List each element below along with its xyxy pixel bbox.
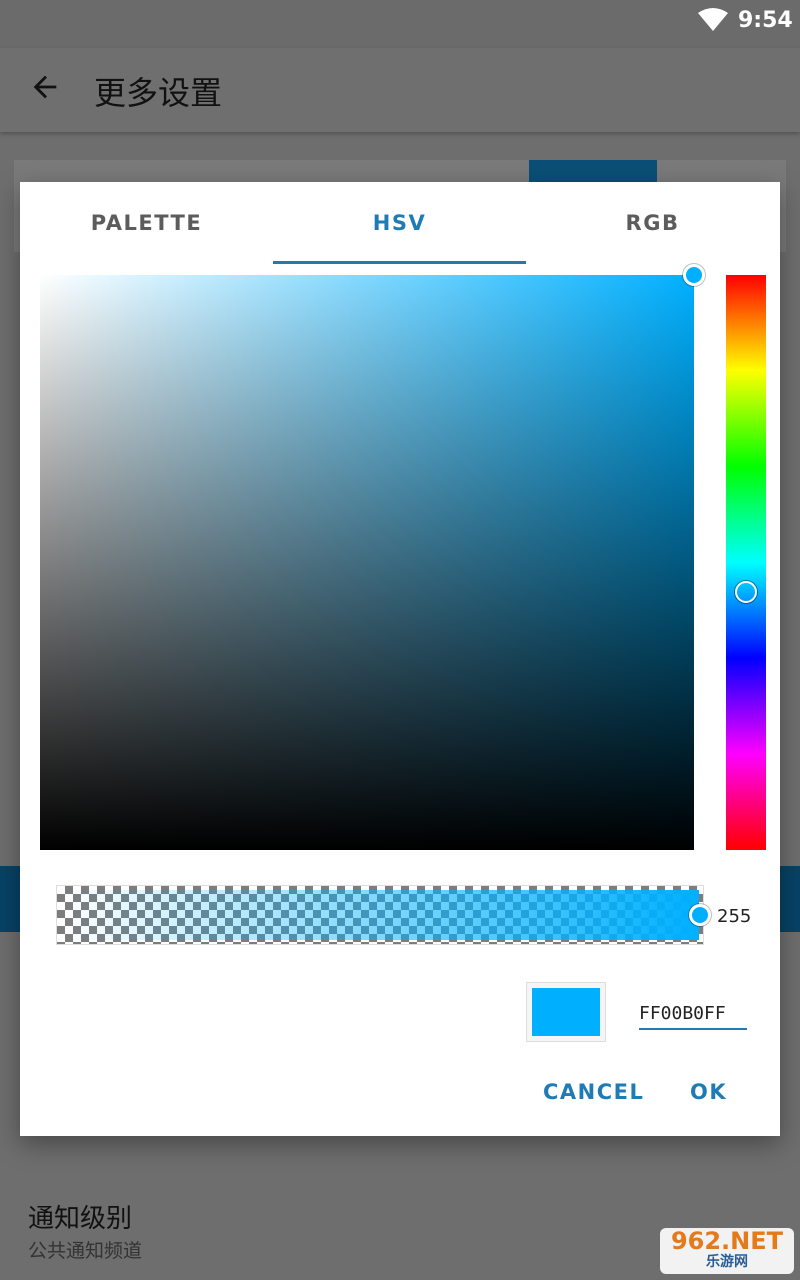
hue-slider-handle[interactable] [735,581,757,603]
alpha-slider-handle[interactable] [689,904,711,926]
arrow-left-icon[interactable] [28,70,62,104]
cancel-button[interactable]: CANCEL [543,1070,644,1114]
watermark-logo: 962.NET 乐游网 [660,1228,794,1274]
color-picker-dialog: PALETTE HSV RGB 255 CANCEL OK [20,182,780,1136]
status-bar: 9:54 [0,0,800,48]
sv-selector-handle[interactable] [683,264,705,286]
tab-palette[interactable]: PALETTE [20,182,273,264]
alpha-value: 255 [717,906,752,927]
app-bar: 更多设置 [0,48,800,132]
alpha-slider[interactable] [56,885,704,945]
saturation-value-panel[interactable] [40,275,694,850]
tab-hsv[interactable]: HSV [273,182,526,264]
ok-button[interactable]: OK [690,1070,727,1114]
status-time: 9:54 [738,8,793,33]
tab-rgb[interactable]: RGB [526,182,779,264]
watermark-main: 962.NET [670,1227,784,1255]
sv-black-layer [40,275,694,850]
watermark-sub: 乐游网 [706,1254,748,1270]
notification-level-title[interactable]: 通知级别 [28,1198,132,1235]
notification-level-subtitle: 公共通知频道 [28,1240,143,1262]
color-preview-swatch [532,988,600,1036]
alpha-gradient [61,890,699,940]
hex-input[interactable] [639,998,747,1030]
hue-slider[interactable] [726,275,766,850]
color-preview [526,982,606,1042]
wifi-icon [698,8,728,31]
page-title: 更多设置 [94,74,223,112]
picker-tabs: PALETTE HSV RGB [20,182,780,264]
